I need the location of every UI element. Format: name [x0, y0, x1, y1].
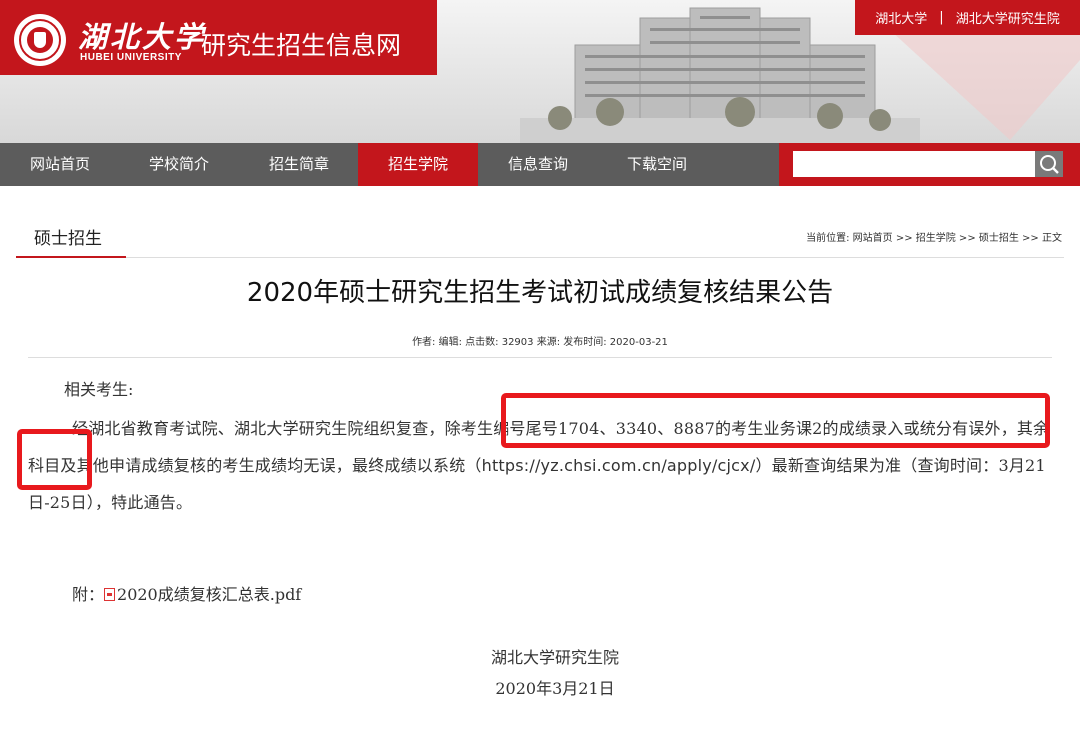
toplink-university[interactable]: 湖北大学	[869, 8, 933, 27]
site-title: 研究生招生信息网	[201, 31, 402, 60]
attachment-line: 附： 2020成绩复核汇总表.pdf	[72, 581, 301, 605]
main-nav: 网站首页 学校简介 招生简章 招生学院 信息查询 下载空间	[0, 143, 1080, 186]
divider	[28, 357, 1052, 358]
section-tab-master[interactable]: 硕士招生	[16, 214, 126, 258]
pdf-file-icon	[104, 588, 116, 601]
site-header: 湖北大学 HUBEI UNIVERSITY 研究生招生信息网 湖北大学 | 湖北…	[0, 0, 1080, 143]
logo-banner[interactable]: 湖北大学 HUBEI UNIVERSITY 研究生招生信息网	[0, 0, 437, 75]
query-url: https://yz.chsi.com.cn/apply/cjcx/	[481, 456, 756, 475]
university-name-en: HUBEI UNIVERSITY	[80, 52, 182, 63]
attachment-label: 附：	[72, 585, 105, 604]
search-input[interactable]	[793, 151, 1035, 177]
toplink-graduate-school[interactable]: 湖北大学研究生院	[950, 8, 1066, 27]
nav-item-info-query[interactable]: 信息查询	[478, 143, 598, 186]
signature-org: 湖北大学研究生院	[490, 648, 619, 667]
university-seal-icon	[14, 14, 66, 66]
attachment-link[interactable]: 2020成绩复核汇总表.pdf	[117, 585, 301, 604]
article-title: 2020年硕士研究生招生考试初试成绩复核结果公告	[246, 278, 834, 308]
greeting: 相关考生:	[64, 380, 134, 399]
nav-item-downloads[interactable]: 下载空间	[597, 143, 717, 186]
university-name-cn: 湖北大学	[78, 20, 207, 54]
search-box	[779, 143, 1080, 186]
nav-item-school-intro[interactable]: 学校简介	[119, 143, 239, 186]
section-bar: 硕士招生 当前位置: 网站首页 >> 招生学院 >> 硕士招生 >> 正文	[16, 214, 1064, 258]
nav-item-admission-guide[interactable]: 招生简章	[239, 143, 359, 186]
signature-date: 2020年3月21日	[495, 679, 615, 698]
search-icon	[1040, 155, 1059, 174]
nav-item-colleges[interactable]: 招生学院	[358, 143, 478, 186]
toplink-separator: |	[939, 10, 944, 25]
highlight-box-error-word	[17, 429, 92, 490]
article-meta: 作者: 编辑: 点击数: 32903 来源: 发布时间: 2020-03-21	[412, 337, 668, 348]
top-links: 湖北大学 | 湖北大学研究生院	[855, 0, 1080, 35]
breadcrumb: 当前位置: 网站首页 >> 招生学院 >> 硕士招生 >> 正文	[806, 233, 1062, 244]
nav-item-home[interactable]: 网站首页	[0, 143, 120, 186]
search-button[interactable]	[1035, 151, 1063, 177]
highlight-box-candidate-numbers	[501, 393, 1050, 448]
